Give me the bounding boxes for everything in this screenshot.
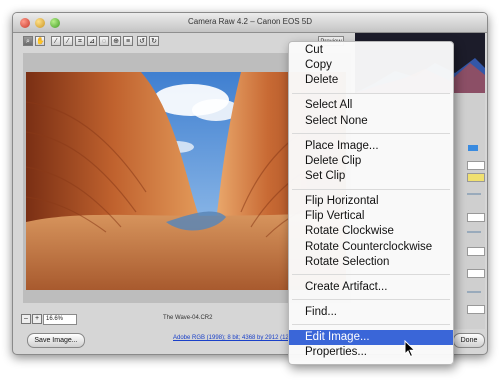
slider[interactable] xyxy=(467,291,481,293)
value-field[interactable] xyxy=(467,161,485,170)
rotate-right-icon[interactable]: ↻ xyxy=(149,36,159,46)
menu-item-place-image[interactable]: Place Image... xyxy=(289,139,453,154)
menu-item-delete[interactable]: Delete xyxy=(289,73,453,88)
menu-item-flip-vertical[interactable]: Flip Vertical xyxy=(289,209,453,224)
crop-tool-icon[interactable]: ⌗ xyxy=(75,36,85,46)
menu-item-flip-horizontal[interactable]: Flip Horizontal xyxy=(289,194,453,209)
menu-separator xyxy=(292,188,450,190)
value-field[interactable] xyxy=(467,269,485,278)
zoom-tool-icon[interactable]: ⌕ xyxy=(23,36,33,46)
zoom-out-button[interactable]: – xyxy=(21,314,31,324)
straighten-tool-icon[interactable]: ⊿ xyxy=(87,36,97,46)
red-eye-tool-icon[interactable]: ⊕ xyxy=(111,36,121,46)
done-button[interactable]: Done xyxy=(453,333,485,348)
value-field[interactable] xyxy=(467,247,485,256)
preferences-icon[interactable]: ≡ xyxy=(123,36,133,46)
save-image-button[interactable]: Save Image... xyxy=(27,333,85,348)
menu-item-copy[interactable]: Copy xyxy=(289,58,453,73)
value-field[interactable] xyxy=(467,305,485,314)
color-sampler-tool-icon[interactable]: ⁄ xyxy=(63,36,73,46)
menu-separator xyxy=(292,274,450,276)
workflow-options-link[interactable]: Adobe RGB (1998); 8 bit; 4368 by 2912 (1… xyxy=(173,335,305,341)
menu-item-rotate-selection[interactable]: Rotate Selection xyxy=(289,255,453,270)
menu-item-find[interactable]: Find... xyxy=(289,305,453,320)
menu-item-edit-image[interactable]: Edit Image... xyxy=(289,329,453,345)
slider[interactable] xyxy=(467,231,481,233)
file-name: The Wave-04.CR2 xyxy=(163,315,213,321)
menu-item-create-artifact[interactable]: Create Artifact... xyxy=(289,280,453,295)
menu-item-select-all[interactable]: Select All xyxy=(289,98,453,113)
zoom-in-button[interactable]: + xyxy=(32,314,42,324)
menu-separator xyxy=(292,324,450,326)
retouch-tool-icon[interactable]: ◌ xyxy=(99,36,109,46)
mouse-cursor-icon xyxy=(404,340,416,358)
zoom-level-select[interactable]: 16.6% xyxy=(43,314,77,325)
value-field[interactable] xyxy=(467,173,485,182)
menu-item-properties[interactable]: Properties... xyxy=(289,345,453,360)
title-bar: Camera Raw 4.2 – Canon EOS 5D xyxy=(13,13,487,33)
hand-tool-icon[interactable]: ✋ xyxy=(35,36,45,46)
menu-item-rotate-counterclockwise[interactable]: Rotate Counterclockwise xyxy=(289,240,453,255)
value-field[interactable] xyxy=(467,213,485,222)
panel-tab-basic[interactable] xyxy=(468,145,478,151)
context-menu: Cut Copy Delete Select All Select None Place … xyxy=(288,41,454,365)
menu-item-cut[interactable]: Cut xyxy=(289,43,453,58)
menu-separator xyxy=(292,133,450,135)
window-title: Camera Raw 4.2 – Canon EOS 5D xyxy=(187,17,313,26)
menu-item-rotate-clockwise[interactable]: Rotate Clockwise xyxy=(289,224,453,239)
menu-item-delete-clip[interactable]: Delete Clip xyxy=(289,154,453,169)
menu-item-set-clip[interactable]: Set Clip xyxy=(289,169,453,184)
rotate-left-icon[interactable]: ↺ xyxy=(137,36,147,46)
menu-separator xyxy=(292,93,450,94)
white-balance-tool-icon[interactable]: ⁄ xyxy=(51,36,61,46)
menu-item-select-none[interactable]: Select None xyxy=(289,114,453,129)
slider[interactable] xyxy=(467,193,481,195)
menu-separator xyxy=(292,299,450,301)
